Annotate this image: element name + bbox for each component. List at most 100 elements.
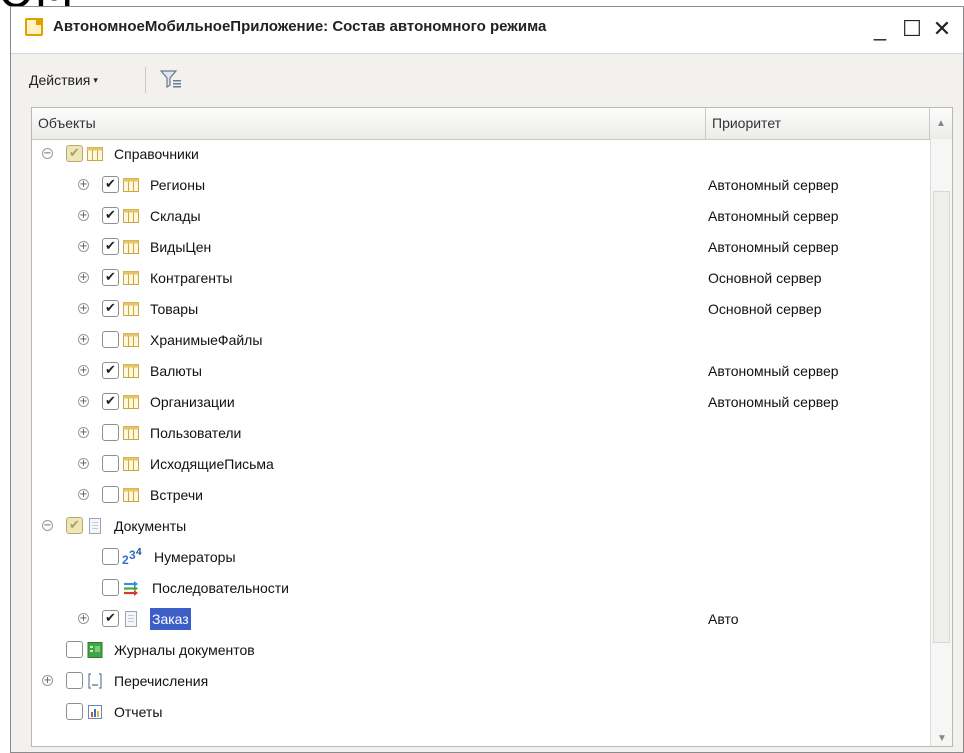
- priority-cell[interactable]: Основной сервер: [706, 263, 932, 294]
- priority-cell[interactable]: [706, 480, 932, 511]
- expand-icon[interactable]: +: [78, 427, 89, 438]
- row-checkbox[interactable]: ✔: [102, 300, 119, 317]
- table-row[interactable]: + ✔ Контрагенты Основной сервер: [32, 263, 930, 294]
- expand-icon[interactable]: +: [78, 241, 89, 252]
- table-row[interactable]: + ХранимыеФайлы: [32, 325, 930, 356]
- row-checkbox[interactable]: [66, 672, 83, 689]
- toolbar-separator: [145, 67, 146, 93]
- row-checkbox[interactable]: ✔: [66, 145, 83, 162]
- table-row[interactable]: + ✔ Склады Автономный сервер: [32, 201, 930, 232]
- vertical-scrollbar[interactable]: ▼: [930, 139, 952, 746]
- objects-cell: + ✔ Валюты: [32, 356, 706, 387]
- table-row[interactable]: Журналы документов: [32, 635, 930, 666]
- collapse-icon[interactable]: −: [42, 148, 53, 159]
- table-row[interactable]: + ИсходящиеПисьма: [32, 449, 930, 480]
- priority-cell[interactable]: [706, 449, 932, 480]
- maximize-button[interactable]: ☐: [898, 15, 926, 43]
- row-checkbox[interactable]: ✔: [102, 610, 119, 627]
- scroll-up-icon[interactable]: ▲: [930, 108, 952, 139]
- table-row[interactable]: + Пользователи: [32, 418, 930, 449]
- priority-cell[interactable]: Автономный сервер: [706, 356, 932, 387]
- row-label: Журналы документов: [114, 642, 255, 658]
- column-header-priority[interactable]: Приоритет: [706, 108, 930, 139]
- expand-icon[interactable]: +: [78, 210, 89, 221]
- row-checkbox[interactable]: ✔: [102, 362, 119, 379]
- expand-icon[interactable]: +: [78, 458, 89, 469]
- collapse-icon[interactable]: −: [42, 520, 53, 531]
- expand-icon[interactable]: +: [78, 489, 89, 500]
- table-row[interactable]: 2 3 4 Нумераторы: [32, 542, 930, 573]
- minimize-button[interactable]: _: [866, 15, 894, 43]
- priority-cell[interactable]: Автономный сервер: [706, 387, 932, 418]
- row-label: Последовательности: [152, 580, 289, 596]
- row-label: Пользователи: [150, 425, 242, 441]
- objects-cell: + ✔ Заказ: [32, 604, 706, 635]
- row-checkbox[interactable]: [102, 424, 119, 441]
- scrollbar-thumb[interactable]: [933, 191, 950, 643]
- row-label: Отчеты: [114, 704, 163, 720]
- table-row[interactable]: + ✔ Товары Основной сервер: [32, 294, 930, 325]
- expand-icon[interactable]: +: [78, 272, 89, 283]
- priority-cell[interactable]: Автономный сервер: [706, 201, 932, 232]
- priority-cell[interactable]: [706, 573, 932, 604]
- filter-icon[interactable]: [159, 68, 183, 92]
- expand-icon[interactable]: +: [78, 179, 89, 190]
- catalog-icon: [122, 238, 140, 256]
- objects-cell: + ✔ Товары: [32, 294, 706, 325]
- row-checkbox[interactable]: ✔: [102, 176, 119, 193]
- table-row[interactable]: − ✔ Справочники: [32, 139, 930, 170]
- priority-cell[interactable]: [706, 418, 932, 449]
- expand-icon[interactable]: +: [78, 303, 89, 314]
- expand-icon[interactable]: +: [78, 365, 89, 376]
- table-row[interactable]: − ✔ Документы: [32, 511, 930, 542]
- priority-cell[interactable]: Автономный сервер: [706, 232, 932, 263]
- table-row[interactable]: + Встречи: [32, 480, 930, 511]
- objects-cell: + Встречи: [32, 480, 706, 511]
- table-row[interactable]: + ✔ Валюты Автономный сервер: [32, 356, 930, 387]
- priority-cell[interactable]: Автономный сервер: [706, 170, 932, 201]
- objects-cell: Журналы документов: [32, 635, 706, 666]
- priority-cell[interactable]: [706, 697, 932, 728]
- priority-cell[interactable]: [706, 666, 932, 697]
- objects-cell: + ХранимыеФайлы: [32, 325, 706, 356]
- priority-cell[interactable]: Основной сервер: [706, 294, 932, 325]
- document-icon: [86, 517, 104, 535]
- table-row[interactable]: Отчеты: [32, 697, 930, 728]
- table-row[interactable]: + ✔ Организации Автономный сервер: [32, 387, 930, 418]
- priority-cell[interactable]: [706, 139, 932, 170]
- table-row[interactable]: + Перечисления: [32, 666, 930, 697]
- catalog-icon: [122, 393, 140, 411]
- table-row[interactable]: + ✔ Заказ Авто: [32, 604, 930, 635]
- row-checkbox[interactable]: [66, 641, 83, 658]
- row-checkbox[interactable]: [102, 331, 119, 348]
- row-checkbox[interactable]: ✔: [102, 238, 119, 255]
- expand-icon[interactable]: +: [78, 613, 89, 624]
- expand-icon[interactable]: +: [78, 396, 89, 407]
- priority-cell[interactable]: [706, 635, 932, 666]
- table-row[interactable]: Последовательности: [32, 573, 930, 604]
- row-checkbox[interactable]: [66, 703, 83, 720]
- priority-cell[interactable]: [706, 542, 932, 573]
- priority-cell[interactable]: Авто: [706, 604, 932, 635]
- column-header-objects[interactable]: Объекты: [32, 108, 706, 139]
- priority-cell[interactable]: [706, 325, 932, 356]
- catalog-icon: [122, 176, 140, 194]
- table-row[interactable]: + ✔ Регионы Автономный сервер: [32, 170, 930, 201]
- catalog-icon: [122, 455, 140, 473]
- row-checkbox[interactable]: ✔: [66, 517, 83, 534]
- actions-menu-button[interactable]: Действия ▾: [29, 72, 98, 88]
- row-checkbox[interactable]: [102, 455, 119, 472]
- table-row[interactable]: + ✔ ВидыЦен Автономный сервер: [32, 232, 930, 263]
- row-checkbox[interactable]: [102, 548, 119, 565]
- scroll-down-icon[interactable]: ▼: [931, 733, 952, 744]
- row-checkbox[interactable]: ✔: [102, 393, 119, 410]
- close-button[interactable]: ✕: [928, 15, 956, 43]
- row-checkbox[interactable]: ✔: [102, 207, 119, 224]
- row-checkbox[interactable]: [102, 579, 119, 596]
- expand-icon[interactable]: +: [78, 334, 89, 345]
- row-checkbox[interactable]: [102, 486, 119, 503]
- priority-cell[interactable]: [706, 511, 932, 542]
- expand-icon[interactable]: +: [42, 675, 53, 686]
- row-checkbox[interactable]: ✔: [102, 269, 119, 286]
- objects-cell: + ✔ Контрагенты: [32, 263, 706, 294]
